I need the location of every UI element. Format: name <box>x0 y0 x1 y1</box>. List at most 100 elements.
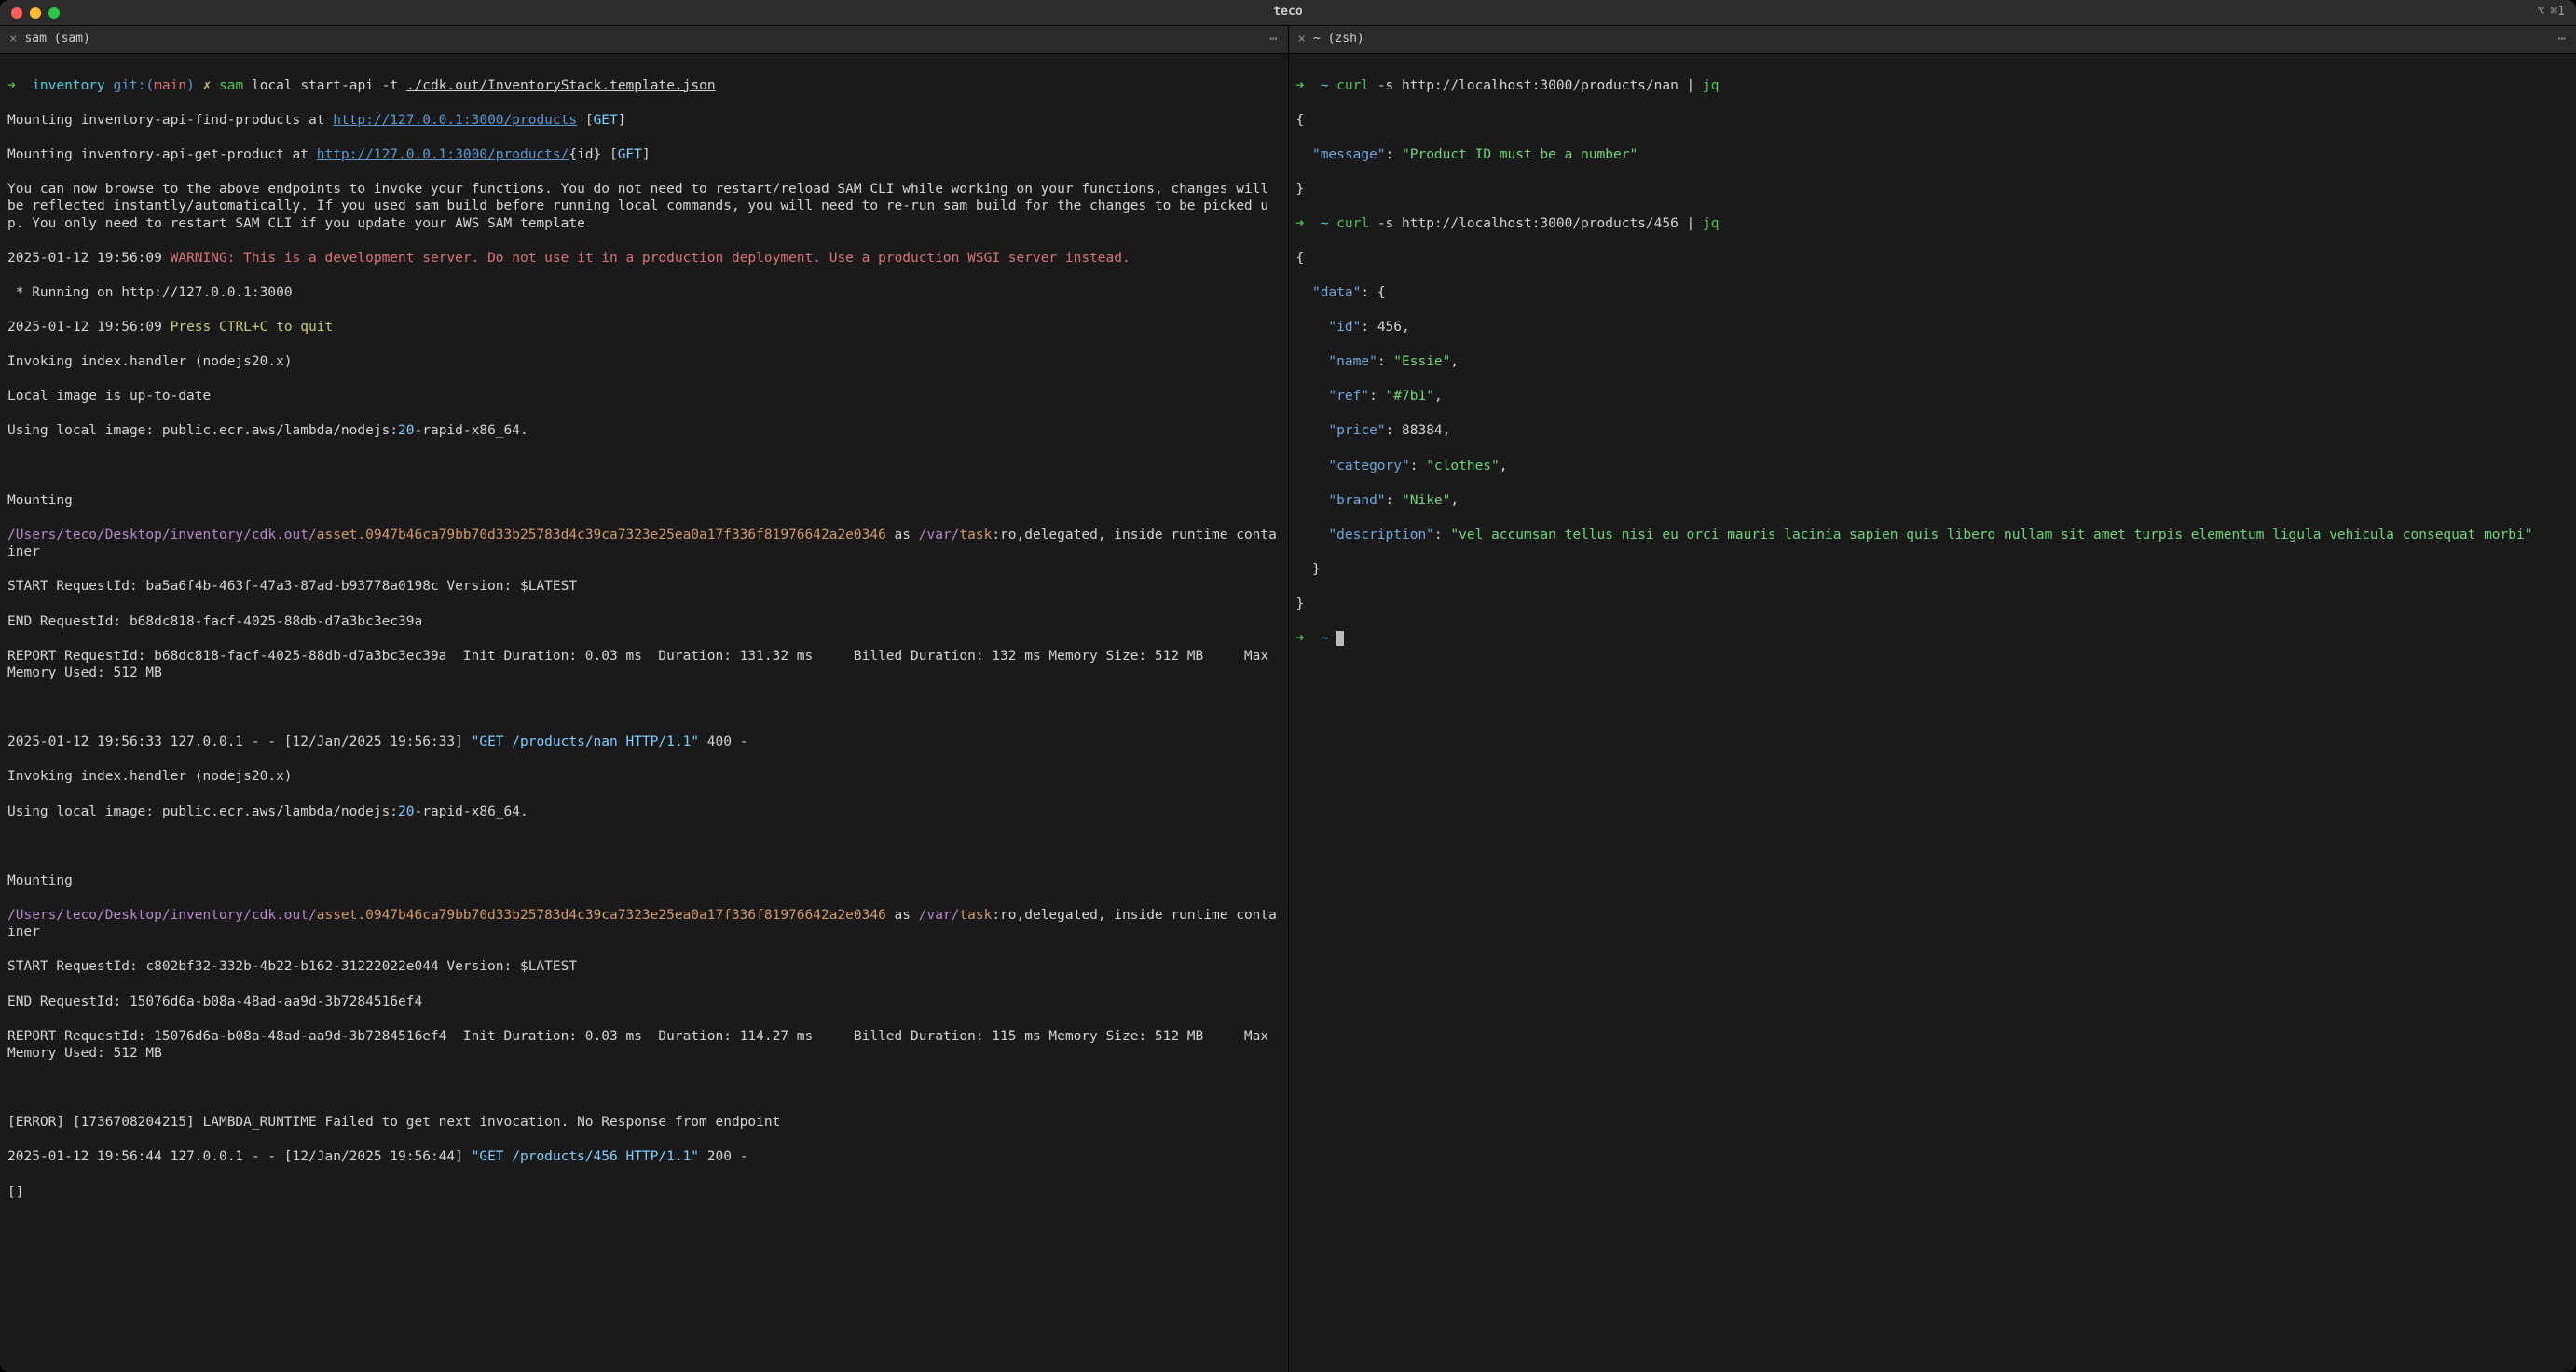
json-val-category: "clothes" <box>1426 459 1500 473</box>
traffic-lights <box>11 7 60 19</box>
json-key-ref: "ref" <box>1328 389 1369 404</box>
warn-text: WARNING: This is a development server. D… <box>171 251 1130 266</box>
error-line: [ERROR] [1736708204215] LAMBDA_RUNTIME F… <box>7 1114 1281 1132</box>
mount-asset1: asset.0947b46ca79bb70d33b25783d4c39ca732… <box>317 528 886 542</box>
json-val-price: 88384 <box>1402 423 1443 438</box>
report2: REPORT RequestId: 15076d6a-b08a-48ad-aa9… <box>7 1028 1281 1063</box>
mount1-method: GET <box>594 113 618 128</box>
git-label: git:( <box>114 78 155 93</box>
titlebar: teco ⌥⌘1 <box>0 0 2576 26</box>
cmd-template-path: ./cdk.out/InventoryStack.template.json <box>406 78 716 93</box>
mount2-b2: ] <box>642 147 651 162</box>
end2: END RequestId: 15076d6a-b08a-48ad-aa9d-3… <box>7 994 1281 1011</box>
brace-open: { <box>1377 285 1386 300</box>
running-line: * Running on http://127.0.0.1:3000 <box>7 284 1281 302</box>
mount-path1: /Users/teco/Desktop/inventory/cdk.out/ <box>7 528 317 542</box>
mount2-url[interactable]: http://127.0.0.1:3000/products/ <box>317 147 569 162</box>
mount1-url[interactable]: http://127.0.0.1:3000/products <box>333 113 577 128</box>
mount-task2: task <box>959 908 992 923</box>
cmd-sam: sam <box>219 78 243 93</box>
mount-task1: task <box>959 528 992 542</box>
json-val-description: "vel accumsan tellus nisi eu orci mauris… <box>1450 528 2532 542</box>
json-key-description: "description" <box>1328 528 1434 542</box>
localimg: Local image is up-to-date <box>7 388 1281 405</box>
log1-req: "GET /products/nan HTTP/1.1" <box>472 734 699 749</box>
right-pane[interactable]: × ~ (zsh) ⋯ ➜ ~ curl -s http://localhost… <box>1289 26 2576 1372</box>
ctrlc-ts: 2025-01-12 19:56:09 <box>7 320 171 335</box>
mount1-b2: ] <box>618 113 626 128</box>
prompt-tilde: ~ <box>1321 216 1329 231</box>
close-icon[interactable] <box>11 7 22 19</box>
mount1-pre: Mounting inventory-api-find-products at <box>7 113 333 128</box>
close-tab-icon[interactable]: × <box>9 32 17 48</box>
brace-open: { <box>1296 112 2569 130</box>
json-val-ref: "#7b1" <box>1386 389 1434 404</box>
mount-asset2: asset.0947b46ca79bb70d33b25783d4c39ca732… <box>317 908 886 923</box>
log1-code: 400 - <box>699 734 747 749</box>
json-val-id: 456 <box>1377 320 1402 335</box>
right-tabbar: × ~ (zsh) ⋯ <box>1289 26 2576 54</box>
mounting-label2: Mounting <box>7 872 1281 890</box>
json-key-price: "price" <box>1328 423 1385 438</box>
useimg-ver: 20 <box>398 423 414 438</box>
json-key-name: "name" <box>1328 354 1377 369</box>
warn-ts: 2025-01-12 19:56:09 <box>7 251 171 266</box>
cmd-jq-1: jq <box>1703 78 1719 93</box>
cmd-curl-2: curl <box>1336 216 1369 231</box>
mount2-method: GET <box>618 147 642 162</box>
colon: : <box>1386 147 1402 162</box>
json-val-message: "Product ID must be a number" <box>1402 147 1637 162</box>
mount2-pre: Mounting inventory-api-get-product at <box>7 147 317 162</box>
close-tab-icon[interactable]: × <box>1298 32 1306 48</box>
terminal-window: teco ⌥⌘1 × sam (sam) ⋯ ➜ inventory git:(… <box>0 0 2576 1372</box>
shortcut-prefix-icon: ⌥ <box>2538 5 2545 21</box>
mount-var2: /var/ <box>919 908 960 923</box>
right-tab-name[interactable]: ~ (zsh) <box>1313 32 1364 48</box>
start1: START RequestId: ba5a6f4b-463f-47a3-87ad… <box>7 578 1281 596</box>
log2-req: "GET /products/456 HTTP/1.1" <box>472 1149 699 1164</box>
useimg-pre: Using local image: public.ecr.aws/lambda… <box>7 423 398 438</box>
right-terminal[interactable]: ➜ ~ curl -s http://localhost:3000/produc… <box>1289 54 2576 1372</box>
json-key-category: "category" <box>1328 459 1409 473</box>
mount-as2: as <box>886 908 919 923</box>
invoke1: Invoking index.handler (nodejs20.x) <box>7 353 1281 371</box>
json-val-brand: "Nike" <box>1402 493 1450 508</box>
useimg2-post: -rapid-x86_64. <box>415 804 528 819</box>
prompt-arrow-icon: ➜ <box>7 78 16 93</box>
prompt-arrow-icon: ➜ <box>1296 631 1305 646</box>
mount-path2: /Users/teco/Desktop/inventory/cdk.out/ <box>7 908 317 923</box>
cmd-args-2: -s http://localhost:3000/products/456 | <box>1369 216 1703 231</box>
git-close: ) <box>186 78 195 93</box>
git-branch: main <box>154 78 186 93</box>
prompt-dir: inventory <box>32 78 105 93</box>
minimize-icon[interactable] <box>30 7 41 19</box>
mount2-b1: [ <box>601 147 617 162</box>
left-terminal[interactable]: ➜ inventory git:(main) ✗ sam local start… <box>0 54 1288 1372</box>
cmd-curl-1: curl <box>1336 78 1369 93</box>
ctrlc-text: Press CTRL+C to quit <box>171 320 334 335</box>
report1: REPORT RequestId: b68dc818-facf-4025-88d… <box>7 648 1281 682</box>
pane-menu-icon[interactable]: ⋯ <box>1269 32 1278 48</box>
brace-close: } <box>1296 596 2569 613</box>
maximize-icon[interactable] <box>48 7 60 19</box>
prompt-arrow-icon: ➜ <box>1296 78 1305 93</box>
cursor-icon <box>1336 631 1344 646</box>
left-tab-name[interactable]: sam (sam) <box>24 32 89 48</box>
mount-as1: as <box>886 528 919 542</box>
colon: : <box>1361 285 1377 300</box>
start2: START RequestId: c802bf32-332b-4b22-b162… <box>7 958 1281 976</box>
log1-ts: 2025-01-12 19:56:33 127.0.0.1 - - [12/Ja… <box>7 734 472 749</box>
cmd-args-1: -s http://localhost:3000/products/nan | <box>1369 78 1703 93</box>
useimg2-ver: 20 <box>398 804 414 819</box>
brace-open: { <box>1296 250 2569 268</box>
shortcut-label: ⌘1 <box>2550 5 2565 21</box>
left-pane[interactable]: × sam (sam) ⋯ ➜ inventory git:(main) ✗ s… <box>0 26 1289 1372</box>
mount1-b1: [ <box>577 113 593 128</box>
prompt-arrow-icon: ➜ <box>1296 216 1305 231</box>
pane-menu-icon[interactable]: ⋯ <box>2558 32 2567 48</box>
split-panes: × sam (sam) ⋯ ➜ inventory git:(main) ✗ s… <box>0 26 2576 1372</box>
cursor-marker: [] <box>7 1184 1281 1201</box>
mount-var1: /var/ <box>919 528 960 542</box>
mount2-id: {id} <box>569 147 601 162</box>
json-key-id: "id" <box>1328 320 1361 335</box>
